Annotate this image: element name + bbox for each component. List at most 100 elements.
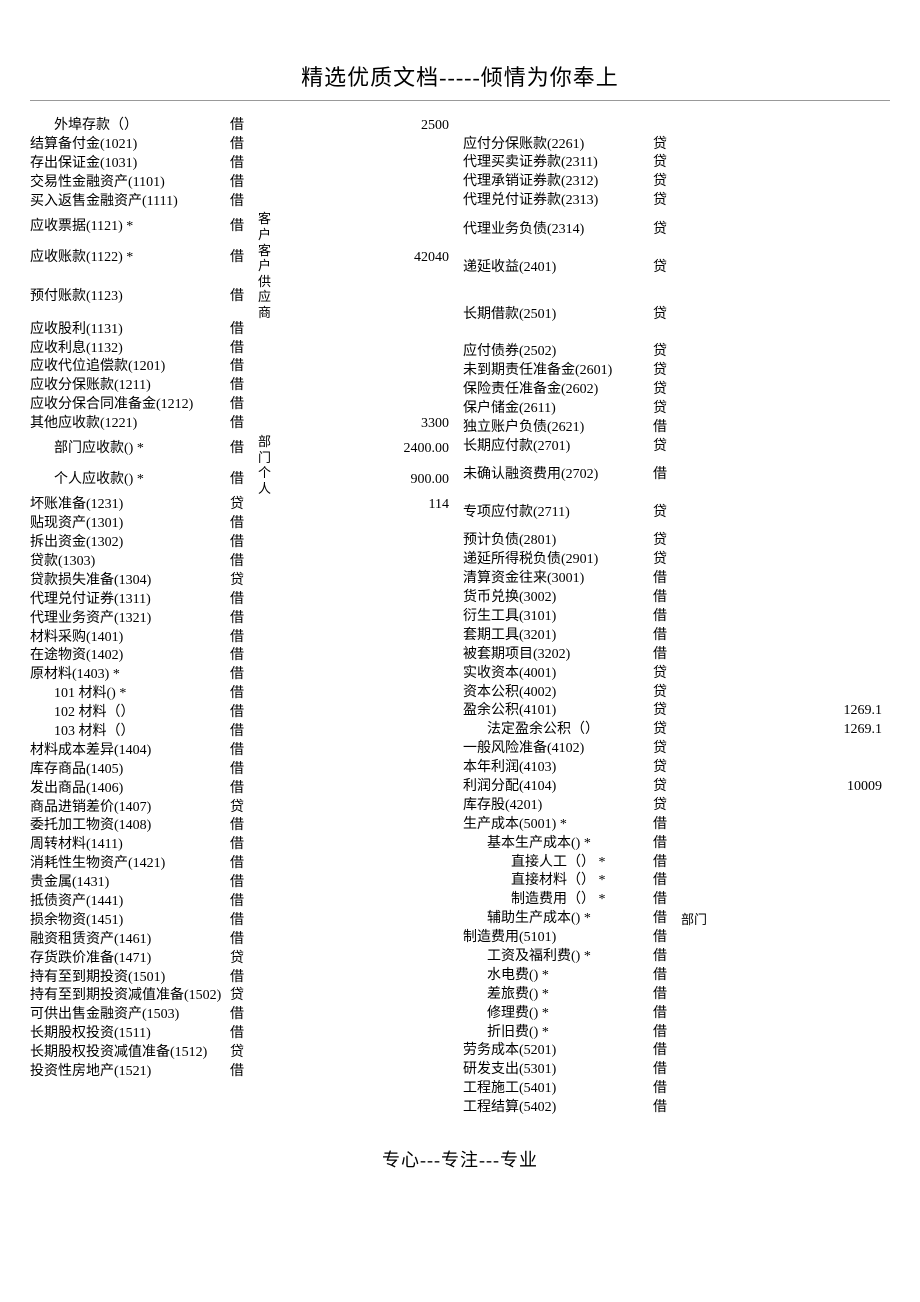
debit-credit: 贷: [653, 504, 681, 523]
account-row: 存出保证金(1031)借: [30, 155, 457, 174]
account-row: 生产成本(5001) *借: [463, 816, 890, 835]
account-row: 未确认融资费用(2702)借: [463, 456, 890, 494]
account-label: 存货跌价准备(1471): [30, 950, 230, 969]
account-label: 法定盈余公积（）: [463, 721, 653, 740]
account-label: 清算资金往来(3001): [463, 570, 653, 589]
debit-credit: 贷: [653, 259, 681, 278]
account-label: 代理承销证券款(2312): [463, 173, 653, 192]
debit-credit: 借: [653, 646, 681, 665]
account-label: 代理业务资产(1321): [30, 610, 230, 629]
account-row: 代理业务资产(1321)借: [30, 610, 457, 629]
account-label: 生产成本(5001) *: [463, 816, 653, 835]
debit-credit: 借: [230, 440, 258, 459]
debit-credit: 贷: [653, 551, 681, 570]
debit-credit: 借: [230, 742, 258, 761]
account-row: 长期股权投资(1511)借: [30, 1025, 457, 1044]
debit-credit: 贷: [230, 496, 258, 515]
debit-credit: 借: [230, 969, 258, 988]
extra-label: 个 人: [258, 465, 294, 496]
debit-credit: 借: [230, 249, 258, 268]
account-label: 实收资本(4001): [463, 665, 653, 684]
account-row: 预付账款(1123)借供 应 商: [30, 274, 457, 321]
debit-credit: 借: [653, 872, 681, 891]
account-row: 未到期责任准备金(2601)贷: [463, 362, 890, 381]
account-label: 应收账款(1122) *: [30, 249, 230, 268]
debit-credit: 借: [653, 1061, 681, 1080]
debit-credit: 贷: [653, 759, 681, 778]
account-label: 材料采购(1401): [30, 629, 230, 648]
debit-credit: 借: [230, 761, 258, 780]
account-label: 持有至到期投资(1501): [30, 969, 230, 988]
debit-credit: 借: [653, 419, 681, 438]
account-row: 工资及福利费() *借: [463, 948, 890, 967]
account-row: 库存商品(1405)借: [30, 761, 457, 780]
account-label: 贴现资产(1301): [30, 515, 230, 534]
debit-credit: 贷: [653, 221, 681, 240]
debit-credit: 贷: [230, 987, 258, 1006]
debit-credit: 借: [230, 874, 258, 893]
debit-credit: 借: [230, 155, 258, 174]
amount-value: 1269.1: [721, 702, 890, 721]
account-label: 委托加工物资(1408): [30, 817, 230, 836]
account-label: 抵债资产(1441): [30, 893, 230, 912]
account-label: 损余物资(1451): [30, 912, 230, 931]
account-row: 个人应收款() *借个 人900.00: [30, 465, 457, 496]
account-label: 应收票据(1121) *: [30, 218, 230, 237]
account-label: 商品进销差价(1407): [30, 799, 230, 818]
account-label: 应收分保合同准备金(1212): [30, 396, 230, 415]
account-row: 折旧费() *借: [463, 1024, 890, 1043]
account-row: 应付分保账款(2261)贷: [463, 136, 890, 155]
account-row: 专项应付款(2711)贷: [463, 494, 890, 532]
account-label: 工程施工(5401): [463, 1080, 653, 1099]
account-label: 坏账准备(1231): [30, 496, 230, 515]
account-row: 持有至到期投资(1501)借: [30, 969, 457, 988]
debit-credit: 贷: [230, 1044, 258, 1063]
account-row: 一般风险准备(4102)贷: [463, 740, 890, 759]
debit-credit: 借: [230, 1063, 258, 1082]
amount-value: 2400.00: [294, 440, 457, 459]
page-footer: 专心---专注---专业: [30, 1146, 890, 1172]
debit-credit: 贷: [653, 438, 681, 457]
account-label: 长期股权投资减值准备(1512): [30, 1044, 230, 1063]
account-row: 代理业务负债(2314)贷: [463, 211, 890, 249]
debit-credit: 贷: [653, 381, 681, 400]
account-label: 应付债券(2502): [463, 343, 653, 362]
amount-value: 10009: [721, 778, 890, 797]
debit-credit: 贷: [653, 173, 681, 192]
account-label: 交易性金融资产(1101): [30, 174, 230, 193]
account-label: 外埠存款（）: [30, 117, 230, 136]
debit-credit: 贷: [653, 532, 681, 551]
account-label: 长期股权投资(1511): [30, 1025, 230, 1044]
debit-credit: 贷: [230, 950, 258, 969]
account-label: 存出保证金(1031): [30, 155, 230, 174]
account-row: 代理兑付证券款(2313)贷: [463, 192, 890, 211]
debit-credit: 借: [230, 358, 258, 377]
account-label: 劳务成本(5201): [463, 1042, 653, 1061]
account-label: 利润分配(4104): [463, 778, 653, 797]
left-column: 外埠存款（）借2500结算备付金(1021)借存出保证金(1031)借交易性金融…: [30, 117, 457, 1118]
debit-credit: 贷: [230, 799, 258, 818]
account-row: 修理费() *借: [463, 1005, 890, 1024]
debit-credit: 借: [230, 666, 258, 685]
debit-credit: 借: [653, 466, 681, 485]
account-row: 被套期项目(3202)借: [463, 646, 890, 665]
debit-credit: 贷: [653, 343, 681, 362]
debit-credit: 借: [230, 723, 258, 742]
account-row: 拆出资金(1302)借: [30, 534, 457, 553]
account-row: 应收票据(1121) *借客 户: [30, 211, 457, 242]
account-label: 制造费用(5101): [463, 929, 653, 948]
account-label: 库存股(4201): [463, 797, 653, 816]
header-title: 精选优质文档-----倾情为你奉上: [301, 65, 619, 90]
account-row: 102 材料（）借: [30, 704, 457, 723]
account-row: 应收股利(1131)借: [30, 321, 457, 340]
account-row: 其他应收款(1221)借3300: [30, 415, 457, 434]
account-label: 工资及福利费() *: [463, 948, 653, 967]
account-label: 贷款(1303): [30, 553, 230, 572]
page-header: 精选优质文档-----倾情为你奉上: [30, 60, 890, 101]
account-row: 可供出售金融资产(1503)借: [30, 1006, 457, 1025]
account-row: 外埠存款（）借2500: [30, 117, 457, 136]
account-label: 工程结算(5402): [463, 1099, 653, 1118]
amount-value: 2500: [294, 117, 457, 136]
account-row: 套期工具(3201)借: [463, 627, 890, 646]
debit-credit: 贷: [653, 702, 681, 721]
